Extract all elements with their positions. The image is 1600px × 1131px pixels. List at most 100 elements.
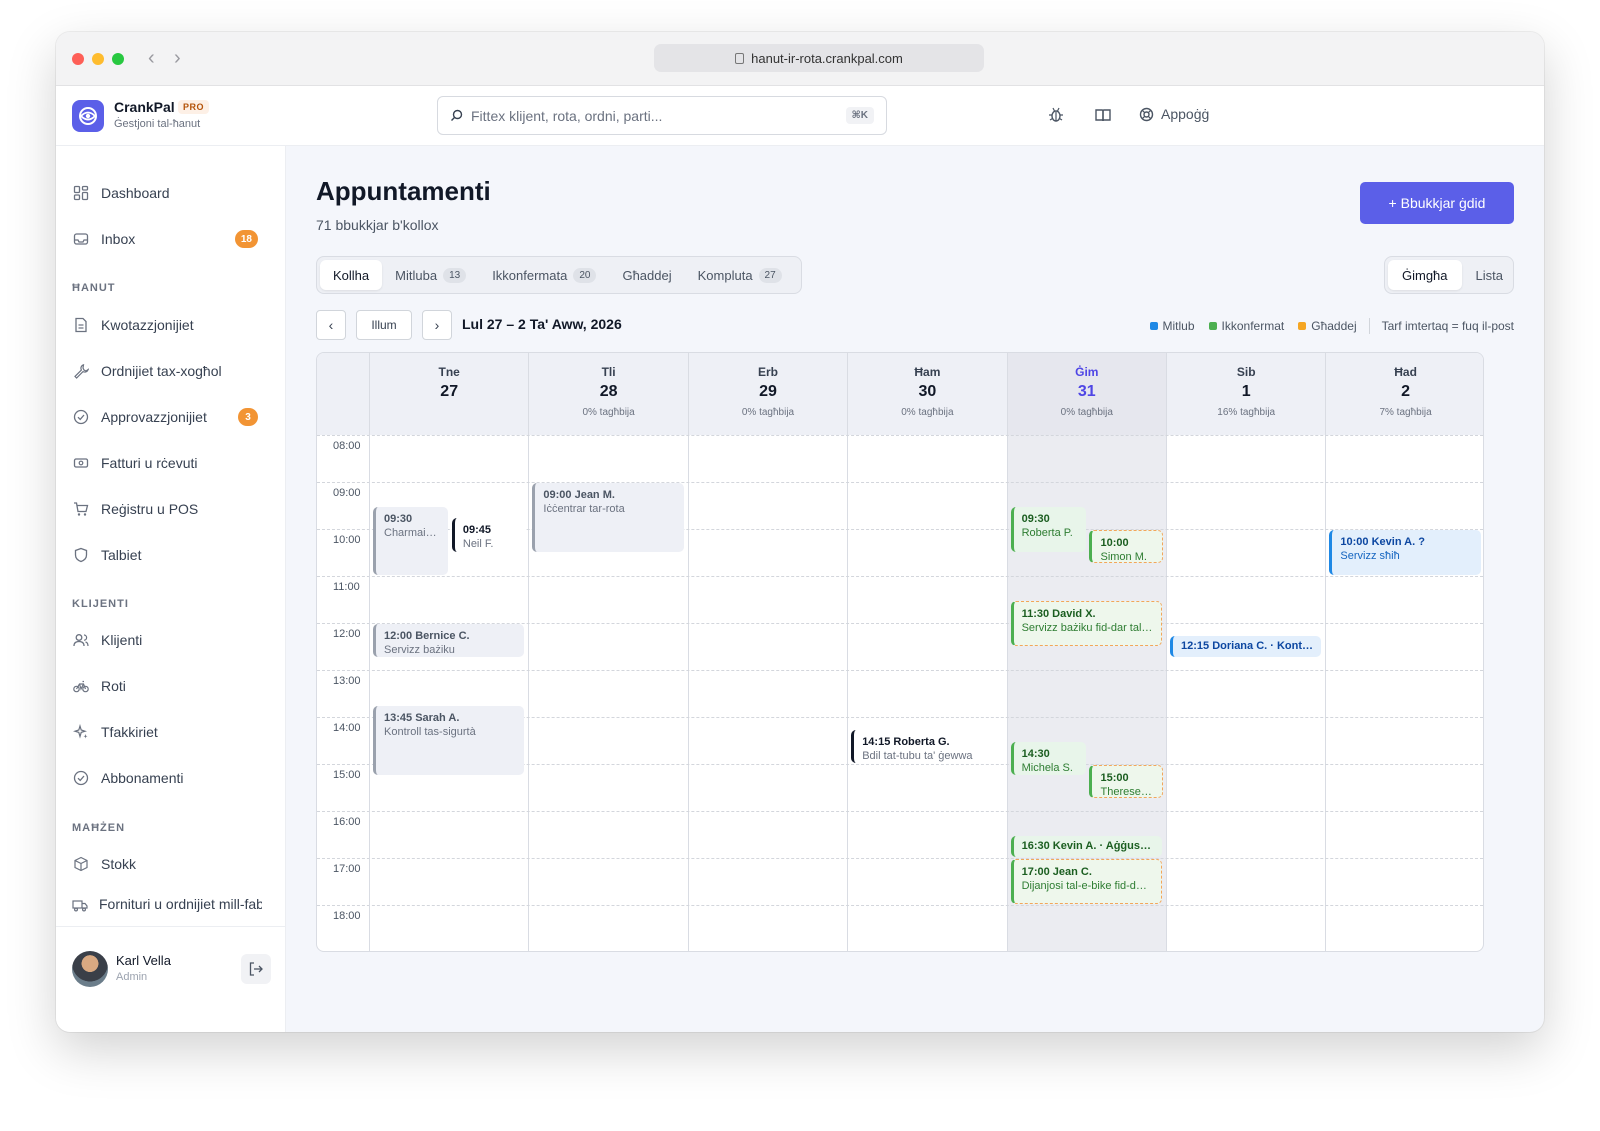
day-header[interactable]: Erb 29 0% tagħbija (687, 353, 847, 435)
bug-icon[interactable] (1047, 106, 1065, 129)
close-window-button[interactable] (72, 53, 84, 65)
sidebar-item-label: Stokk (101, 856, 137, 872)
appointment-card[interactable]: 13:45 Sarah A. Kontroll tas-sigurtà (373, 706, 525, 775)
view-list-button[interactable]: Lista (1462, 260, 1517, 290)
lifebuoy-icon (1139, 107, 1154, 121)
sidebar-item-invoices[interactable]: Fatturi u rċevuti (72, 448, 262, 478)
day-header[interactable]: Ħam 30 0% tagħbija (847, 353, 1006, 435)
logout-button[interactable] (241, 954, 271, 984)
next-week-button[interactable]: › (422, 310, 452, 340)
tab-confirmed[interactable]: Ikkonfermata 20 (479, 260, 609, 290)
appointment-card[interactable]: 09:30 Charmain... (373, 506, 448, 575)
browser-window: ‹ › hanut-ir-rota.crankpal.com CrankPal … (56, 32, 1544, 1032)
search-shortcut: ⌘K (845, 107, 874, 124)
day-column[interactable] (687, 435, 847, 951)
appointment-card[interactable]: 12:15 Doriana C. · Kontroll (1170, 635, 1322, 658)
brand-name: CrankPal (114, 99, 175, 115)
day-header[interactable]: Tli 28 0% tagħbija (528, 353, 687, 435)
appointment-card[interactable]: 15:00 Therese S. (1089, 765, 1163, 799)
pro-badge: PRO (178, 100, 210, 114)
appointment-card[interactable]: 09:00 Jean M. Iċċentrar tar-rota (532, 483, 684, 552)
search-placeholder: Fittex klijent, rota, ordni, parti... (471, 107, 663, 124)
appointment-card[interactable]: 09:45 Neil F. (451, 518, 526, 552)
cart-icon (72, 500, 90, 518)
appointment-title: 13:45 Sarah A. (384, 712, 460, 725)
book-icon[interactable] (1094, 106, 1112, 129)
appointment-card[interactable]: 14:15 Roberta G. Bdil tat-tubu ta' ġewwa (851, 729, 1003, 763)
today-button[interactable]: Illum (356, 310, 412, 340)
sidebar-item-subscriptions[interactable]: Abbonamenti (72, 763, 262, 793)
appointment-card[interactable]: 10:00 Simon M. (1089, 530, 1163, 564)
appointment-title: 10:00 (1100, 537, 1129, 549)
forward-arrow-icon[interactable]: › (174, 46, 181, 70)
help-button[interactable]: Appoġġ (1139, 106, 1209, 122)
appointment-detail: Bdil tat-tubu ta' ġewwa (862, 749, 973, 762)
appointment-card[interactable]: 14:30 Michela S. (1010, 741, 1086, 775)
avatar[interactable] (72, 951, 108, 987)
sidebar-item-label: Klijenti (101, 632, 143, 648)
day-header[interactable]: Ġim 31 0% tagħbija (1006, 353, 1166, 435)
check-circle-icon (72, 408, 90, 426)
day-header[interactable]: Tne 27 (369, 353, 528, 435)
maximize-window-button[interactable] (112, 53, 124, 65)
section-label-storage: MAĦŻEN (72, 822, 126, 834)
sidebar-item-quotes[interactable]: Kwotazzjonijiet (72, 310, 262, 340)
url-bar[interactable]: hanut-ir-rota.crankpal.com (654, 44, 984, 72)
sidebar-item-reminders[interactable]: Tfakkiriet (72, 717, 262, 747)
day-column[interactable] (847, 435, 1006, 951)
sidebar-item-label: Kwotazzjonijiet (101, 317, 194, 333)
inbox-count-badge: 18 (234, 230, 258, 248)
sidebar-item-label: Abbonamenti (101, 770, 184, 786)
minimize-window-button[interactable] (92, 53, 104, 65)
sidebar-item-stock[interactable]: Stokk (72, 849, 262, 879)
appointment-detail: Servizz bażiku (384, 644, 455, 656)
tab-requested[interactable]: Mitluba 13 (382, 260, 479, 290)
sidebar-item-pos[interactable]: Reġistru u POS (72, 494, 262, 524)
main-content: Appuntamenti 71 bbukkjar b'kollox + Bbuk… (286, 146, 1544, 1032)
day-name: Tne (438, 365, 460, 379)
appointment-detail: Therese S. (1100, 786, 1154, 798)
day-column[interactable] (1325, 435, 1483, 951)
sidebar-item-approvals[interactable]: Approvazzjonijiet 3 (72, 402, 262, 432)
appointment-card[interactable]: 10:00 Kevin A. ? Servizz sħiħ (1329, 530, 1481, 575)
day-column[interactable] (1166, 435, 1325, 951)
sidebar-item-clients[interactable]: Klijenti (72, 625, 262, 655)
appointment-card[interactable]: 09:30 Roberta P. (1010, 506, 1086, 552)
sidebar-item-requests[interactable]: Talbiet (72, 540, 262, 570)
sidebar-item-label: Reġistru u POS (101, 501, 199, 517)
sidebar-item-work-orders[interactable]: Ordnijiet tax-xogħol (72, 356, 262, 386)
appointment-card[interactable]: 12:00 Bernice C. Servizz bażiku (373, 624, 525, 658)
appointment-title: 09:45 (462, 524, 492, 537)
page-subtitle: 71 bbukkjar b'kollox (316, 217, 439, 233)
view-week-button[interactable]: Ġimgħa (1388, 260, 1462, 290)
truck-icon (72, 896, 88, 912)
tab-label: Għaddej (622, 267, 672, 283)
appointment-card[interactable]: 17:00 Jean C. Dijanjosi tal-e-bike fid-da… (1010, 859, 1162, 904)
day-header[interactable]: Ħad 2 7% tagħbija (1325, 353, 1483, 435)
day-header[interactable]: Sib 1 16% tagħbija (1166, 353, 1325, 435)
tab-completed[interactable]: Kompluta 27 (685, 260, 795, 290)
sidebar-item-bikes[interactable]: Roti (72, 671, 262, 701)
prev-week-button[interactable]: ‹ (316, 310, 346, 340)
back-arrow-icon[interactable]: ‹ (148, 46, 155, 70)
sidebar-item-label: Roti (101, 678, 126, 694)
day-load: 7% tagħbija (1379, 407, 1432, 418)
appointment-card[interactable]: 16:30 Kevin A. · Aġġustament (1010, 835, 1162, 857)
search-input[interactable]: Fittex klijent, rota, ordni, parti... ⌘K (437, 96, 887, 135)
sidebar-item-inbox[interactable]: Inbox 18 (72, 224, 262, 254)
view-toggle: Ġimgħa Lista (1384, 256, 1514, 294)
day-load: 0% tagħbija (741, 407, 795, 418)
new-booking-button[interactable]: + Bbukkjar ġdid (1360, 182, 1514, 224)
tab-in-progress[interactable]: Għaddej (609, 260, 684, 290)
sidebar-item-label: Tfakkiriet (101, 724, 158, 740)
sidebar-item-suppliers[interactable]: Fornituri u ordnijiet mill-fabbrika (72, 896, 262, 912)
hour-gridline (317, 858, 1483, 859)
tab-all[interactable]: Kollha (320, 260, 383, 290)
bike-icon (72, 677, 90, 695)
tab-label: Kollha (333, 267, 370, 283)
hour-gridline (317, 435, 1483, 436)
sidebar-item-dashboard[interactable]: Dashboard (72, 178, 262, 208)
browser-titlebar: ‹ › hanut-ir-rota.crankpal.com (56, 32, 1544, 86)
appointment-card[interactable]: 11:30 David X. Servizz bażiku fid-dar tal… (1010, 600, 1162, 646)
day-name: Erb (757, 365, 778, 379)
